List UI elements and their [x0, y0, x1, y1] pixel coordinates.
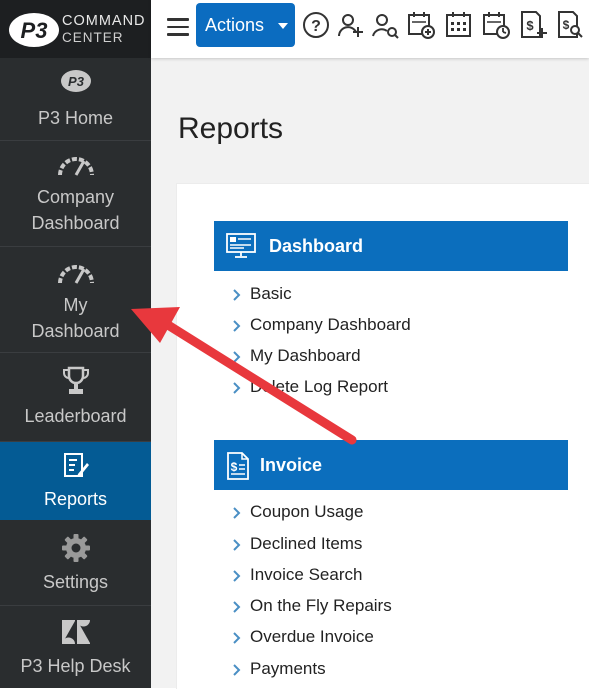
- sidebar-item-settings[interactable]: Settings: [0, 520, 151, 606]
- section-title: Dashboard: [269, 236, 364, 256]
- brand-name-line2: CENTER: [62, 30, 124, 45]
- report-link-label: Company Dashboard: [250, 315, 411, 334]
- sidebar-item-label: Settings: [42, 572, 109, 592]
- speedometer-icon: [57, 265, 94, 284]
- svg-text:$: $: [563, 18, 570, 32]
- add-invoice-icon[interactable]: $: [518, 10, 548, 40]
- actions-label: Actions: [205, 15, 265, 35]
- chevron-right-icon: [233, 539, 241, 551]
- report-link-label: My Dashboard: [250, 346, 361, 365]
- report-icon: [63, 453, 89, 477]
- svg-text:$: $: [526, 18, 534, 33]
- sidebar-item-label: Company Dashboard: [31, 187, 120, 233]
- search-invoice-icon[interactable]: $: [555, 10, 585, 40]
- chevron-right-icon: [233, 632, 241, 644]
- section-title: Invoice: [260, 455, 323, 475]
- invoice-icon: $: [227, 452, 249, 480]
- schedule-icon[interactable]: [481, 10, 511, 40]
- p3-logo-icon: P3: [60, 70, 91, 92]
- sidebar-item-label: P3 Home: [37, 108, 114, 128]
- brand-name-line1: COMMAND: [62, 13, 146, 29]
- report-link-label: Overdue Invoice: [250, 627, 374, 646]
- report-link-label: Payments: [250, 659, 326, 678]
- search-user-icon[interactable]: [370, 10, 400, 40]
- sidebar-item-p3-home[interactable]: P3 P3 Home: [0, 58, 151, 141]
- sidebar-item-reports[interactable]: Reports: [0, 442, 151, 520]
- calendar-icon[interactable]: [444, 10, 474, 40]
- add-event-icon[interactable]: [406, 10, 436, 40]
- sidebar-item-my-dashboard[interactable]: My Dashboard: [0, 247, 151, 353]
- speedometer-icon: [57, 157, 94, 176]
- report-link-label: Declined Items: [250, 534, 363, 553]
- svg-text:$: $: [231, 460, 238, 474]
- chevron-right-icon: [233, 601, 241, 613]
- chevron-right-icon: [233, 664, 241, 676]
- chevron-right-icon: [233, 382, 241, 394]
- chevron-right-icon: [233, 289, 241, 301]
- section-header-invoice: $ Invoice: [214, 440, 568, 490]
- zendesk-icon: [61, 620, 90, 644]
- sidebar-item-label: Reports: [43, 489, 108, 509]
- sidebar-item-leaderboard[interactable]: Leaderboard: [0, 353, 151, 442]
- sidebar-item-help-desk[interactable]: P3 Help Desk: [0, 606, 151, 688]
- hamburger-menu-icon[interactable]: [167, 18, 189, 36]
- brand-logo[interactable]: P3 COMMAND CENTER: [0, 0, 151, 58]
- svg-text:P3: P3: [68, 74, 85, 89]
- chevron-right-icon: [233, 320, 241, 332]
- chevron-right-icon: [233, 570, 241, 582]
- chevron-right-icon: [233, 351, 241, 363]
- report-link-label: Delete Log Report: [250, 377, 388, 396]
- sidebar-item-label: Leaderboard: [24, 406, 127, 426]
- actions-dropdown-button[interactable]: Actions: [196, 3, 295, 47]
- report-link-label: Invoice Search: [250, 565, 363, 584]
- svg-text:P3: P3: [21, 18, 48, 43]
- page-title: Reports: [178, 112, 284, 145]
- sidebar: P3 COMMAND CENTER P3 P3 Home Company Das…: [0, 0, 151, 688]
- p3-logo-icon: P3: [9, 13, 59, 47]
- report-link-label: Basic: [250, 284, 292, 303]
- caret-down-icon: [278, 23, 288, 29]
- trophy-icon: [62, 366, 89, 394]
- help-icon[interactable]: ?: [301, 10, 331, 40]
- add-user-icon[interactable]: [336, 10, 366, 40]
- svg-text:?: ?: [311, 18, 321, 35]
- dashboard-icon: [226, 233, 256, 258]
- gear-icon: [61, 534, 90, 562]
- report-link-label: On the Fly Repairs: [250, 596, 392, 615]
- report-link-label: Coupon Usage: [250, 502, 364, 521]
- sidebar-item-company-dashboard[interactable]: Company Dashboard: [0, 141, 151, 247]
- sidebar-item-label: P3 Help Desk: [20, 656, 131, 676]
- section-header-dashboard: Dashboard: [214, 221, 568, 271]
- chevron-right-icon: [233, 507, 241, 519]
- sidebar-item-label: My Dashboard: [31, 295, 120, 341]
